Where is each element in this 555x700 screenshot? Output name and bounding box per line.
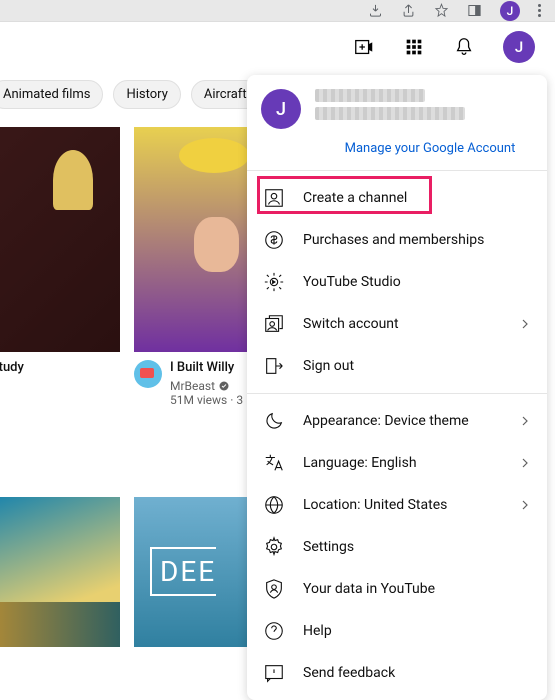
gear-icon [263, 536, 285, 558]
browser-profile-avatar[interactable]: J [500, 1, 520, 21]
menu-item-language[interactable]: Language: English [247, 442, 547, 484]
menu-label: Sign out [303, 358, 354, 374]
video-stats: 51M views · 3 [170, 393, 243, 407]
video-title: lax/study [0, 360, 120, 377]
user-email-blurred [315, 107, 465, 120]
menu-label: Switch account [303, 316, 399, 332]
menu-item-settings[interactable]: Settings [247, 526, 547, 568]
share-icon[interactable] [401, 3, 416, 18]
menu-label: YouTube Studio [303, 274, 401, 290]
account-menu-header: J [247, 75, 547, 137]
video-card[interactable]: lax/study [0, 127, 120, 407]
account-menu: J Manage your Google Account Create a ch… [247, 75, 547, 700]
chip-animated-films[interactable]: Animated films [0, 80, 103, 109]
switch-account-icon [263, 313, 285, 335]
notifications-icon[interactable] [453, 36, 475, 58]
account-avatar[interactable]: J [503, 31, 535, 63]
help-icon [263, 620, 285, 642]
menu-item-appearance[interactable]: Appearance: Device theme [247, 400, 547, 442]
menu-item-signout[interactable]: Sign out [247, 345, 547, 387]
menu-item-location[interactable]: Location: United States [247, 484, 547, 526]
menu-label: Language: English [303, 455, 417, 471]
menu-label: Send feedback [303, 665, 395, 681]
gear-play-icon [263, 271, 285, 293]
menu-item-switch-account[interactable]: Switch account [247, 303, 547, 345]
chevron-right-icon [517, 497, 533, 513]
chip-history[interactable]: History [113, 80, 180, 109]
moon-icon [263, 410, 285, 432]
video-title: I Built Willy [170, 360, 243, 377]
menu-item-studio[interactable]: YouTube Studio [247, 261, 547, 303]
sidepanel-icon[interactable] [467, 3, 482, 18]
menu-label: Settings [303, 539, 354, 555]
menu-item-purchases[interactable]: Purchases and memberships [247, 219, 547, 261]
menu-label: Create a channel [303, 190, 407, 206]
verified-icon [218, 380, 230, 392]
menu-label: Appearance: Device theme [303, 413, 469, 429]
chevron-right-icon [517, 316, 533, 332]
feedback-icon [263, 662, 285, 684]
person-square-icon [263, 187, 285, 209]
video-channel[interactable]: MrBeast [170, 379, 243, 393]
translate-icon [263, 452, 285, 474]
browser-menu-icon[interactable] [538, 4, 541, 17]
menu-label: Your data in YouTube [303, 581, 435, 597]
video-thumbnail[interactable] [0, 127, 120, 352]
create-icon[interactable] [353, 36, 375, 58]
globe-icon [263, 494, 285, 516]
menu-item-feedback[interactable]: Send feedback [247, 652, 547, 694]
bookmark-star-icon[interactable] [434, 3, 449, 18]
menu-item-help[interactable]: Help [247, 610, 547, 652]
menu-label: Purchases and memberships [303, 232, 484, 248]
chevron-right-icon [517, 455, 533, 471]
thumbnail-text-overlay: DEE [150, 547, 216, 596]
menu-item-create-channel[interactable]: Create a channel [247, 177, 547, 219]
menu-label: Help [303, 623, 332, 639]
channel-avatar[interactable] [134, 360, 162, 388]
shield-user-icon [263, 578, 285, 600]
manage-google-account-link[interactable]: Manage your Google Account [247, 137, 547, 170]
apps-grid-icon[interactable] [403, 36, 425, 58]
video-thumbnail[interactable] [0, 497, 120, 647]
youtube-header: J [0, 22, 555, 72]
menu-item-your-data[interactable]: Your data in YouTube [247, 568, 547, 610]
dollar-circle-icon [263, 229, 285, 251]
menu-avatar: J [261, 89, 301, 129]
menu-label: Location: United States [303, 497, 447, 513]
chevron-right-icon [517, 413, 533, 429]
browser-toolbar: J [0, 0, 555, 22]
download-icon[interactable] [368, 3, 383, 18]
signout-icon [263, 355, 285, 377]
user-name-blurred [315, 89, 425, 102]
